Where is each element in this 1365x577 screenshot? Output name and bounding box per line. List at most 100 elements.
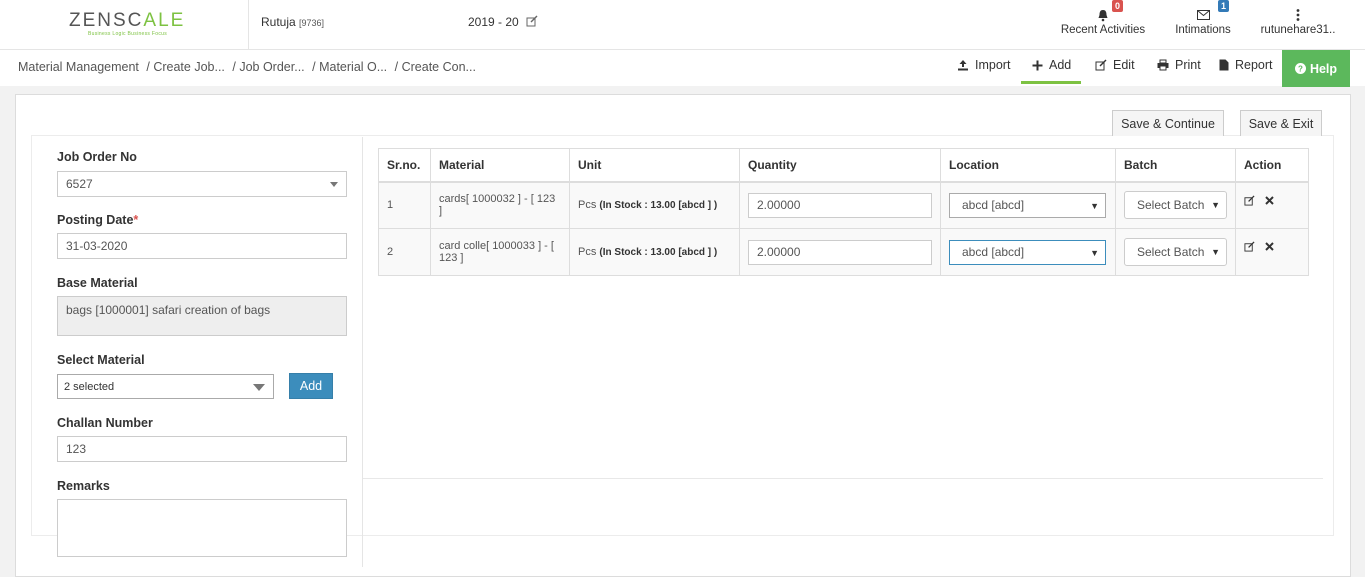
location-select[interactable]: abcd [abcd] ▼ <box>949 192 1106 218</box>
report-label: Report <box>1235 58 1273 72</box>
cell-quantity: 2.00000 <box>739 228 941 276</box>
remarks-label: Remarks <box>57 479 110 493</box>
account-menu[interactable]: rutunehare31.. <box>1256 6 1340 36</box>
recent-activities-count: 0 <box>1112 0 1124 12</box>
select-material-value: 2 selected <box>64 380 115 393</box>
quantity-input[interactable]: 2.00000 <box>748 239 932 265</box>
quantity-value: 2.00000 <box>757 198 801 213</box>
printer-icon <box>1157 59 1169 71</box>
breadcrumb-item[interactable]: / Material O... <box>312 60 387 74</box>
cell-batch: Select Batch ▼ <box>1115 228 1236 276</box>
print-button[interactable]: Print <box>1157 58 1201 72</box>
stock-info: (In Stock : 13.00 [abcd ] ) <box>599 200 718 212</box>
chevron-down-icon <box>330 182 338 187</box>
intimations[interactable]: 1 Intimations <box>1170 0 1236 36</box>
challan-number-input[interactable]: 123 <box>57 436 347 462</box>
quantity-input[interactable]: 2.00000 <box>748 192 932 218</box>
job-order-select[interactable]: 6527 <box>57 171 347 197</box>
add-material-button[interactable]: Add <box>289 373 333 399</box>
edit-icon[interactable] <box>1244 241 1255 252</box>
logo-text: ZENSCALE <box>69 10 186 31</box>
location-value: abcd [abcd] <box>962 245 1025 259</box>
cell-quantity: 2.00000 <box>739 181 941 229</box>
chevron-down-icon: ▼ <box>1211 247 1220 257</box>
edit-button[interactable]: Edit <box>1095 58 1135 72</box>
close-icon[interactable] <box>1265 195 1274 205</box>
batch-value: Select Batch <box>1137 198 1205 213</box>
cell-location: abcd [abcd] ▼ <box>940 181 1116 229</box>
materials-table: Sr.no. Material Unit Quantity Location B… <box>378 148 1309 276</box>
required-marker: * <box>133 213 139 227</box>
add-button[interactable]: Add <box>1032 58 1071 72</box>
column-header-location: Location <box>940 148 1116 183</box>
challan-number-label: Challan Number <box>57 416 153 430</box>
edit-label: Edit <box>1113 58 1135 72</box>
recent-activities[interactable]: 0 Recent Activities <box>1058 0 1148 36</box>
breadcrumb-item[interactable]: / Job Order... <box>232 60 304 74</box>
chevron-down-icon: ▼ <box>1211 200 1220 211</box>
posting-date-value: 31-03-2020 <box>66 239 128 253</box>
save-exit-button[interactable]: Save & Exit <box>1240 110 1322 136</box>
breadcrumb-item[interactable]: / Create Job... <box>146 60 225 74</box>
select-material-dropdown[interactable]: 2 selected <box>57 374 274 399</box>
location-select[interactable]: abcd [abcd] ▼ <box>949 239 1106 265</box>
job-order-label: Job Order No <box>57 150 137 164</box>
print-label: Print <box>1175 58 1201 72</box>
select-material-label: Select Material <box>57 353 145 367</box>
column-header-srno: Sr.no. <box>378 148 431 183</box>
cell-material: cards[ 1000032 ] - [ 123 ] <box>430 181 570 229</box>
cell-action <box>1235 181 1309 229</box>
logo-tagline: Business Logic Business Focus <box>88 31 168 37</box>
top-bar: ZENSCALE Business Logic Business Focus R… <box>0 0 1365 50</box>
fiscal-year[interactable]: 2019 - 20 <box>468 15 538 29</box>
batch-value: Select Batch <box>1137 245 1205 259</box>
import-button[interactable]: Import <box>957 58 1010 72</box>
upload-icon <box>958 60 968 71</box>
breadcrumb-item[interactable]: / Create Con... <box>395 60 476 74</box>
user-code: [9736] <box>299 18 325 28</box>
brand-logo[interactable]: ZENSCALE Business Logic Business Focus <box>20 6 248 44</box>
report-button[interactable]: Report <box>1219 58 1273 72</box>
help-button[interactable]: ? Help <box>1282 50 1350 87</box>
fiscal-year-label: 2019 - 20 <box>468 15 519 29</box>
table-row: 1 cards[ 1000032 ] - [ 123 ] Pcs (In Sto… <box>378 181 1309 229</box>
save-continue-button[interactable]: Save & Continue <box>1112 110 1224 136</box>
base-material-label: Base Material <box>57 276 138 290</box>
breadcrumb-bar: Material Management / Create Job... / Jo… <box>0 50 1365 86</box>
edit-icon[interactable] <box>526 15 538 27</box>
unit-value: Pcs <box>578 199 597 212</box>
cell-srno: 2 <box>378 228 431 276</box>
recent-activities-label: Recent Activities <box>1060 24 1146 36</box>
cell-action <box>1235 228 1309 276</box>
add-label: Add <box>1049 58 1072 72</box>
help-label: Help <box>1309 61 1338 76</box>
remarks-textarea[interactable] <box>57 499 347 557</box>
account-label: rutunehare31.. <box>1260 24 1336 36</box>
intimations-label: Intimations <box>1175 24 1231 36</box>
chevron-down-icon <box>253 384 265 391</box>
column-header-batch: Batch <box>1115 148 1236 183</box>
breadcrumb-item[interactable]: Material Management <box>18 60 139 74</box>
column-header-action: Action <box>1235 148 1309 183</box>
column-header-material: Material <box>430 148 570 183</box>
question-circle-icon: ? <box>1294 63 1306 74</box>
chevron-down-icon: ▼ <box>1090 247 1099 258</box>
edit-icon[interactable] <box>1244 194 1255 206</box>
table-header-row: Sr.no. Material Unit Quantity Location B… <box>378 148 1309 183</box>
cell-unit: Pcs (In Stock : 13.00 [abcd ] ) <box>569 228 740 276</box>
divider <box>248 0 249 50</box>
challan-number-value: 123 <box>66 442 87 456</box>
column-header-unit: Unit <box>569 148 740 183</box>
table-row: 2 card colle[ 1000033 ] - [ 123 ] Pcs (I… <box>378 228 1309 276</box>
breadcrumb: Material Management / Create Job... / Jo… <box>18 60 480 74</box>
chevron-down-icon: ▼ <box>1090 200 1099 211</box>
posting-date-input[interactable]: 31-03-2020 <box>57 233 347 259</box>
add-active-indicator <box>1021 81 1081 84</box>
base-material-value: bags [1000001] safari creation of bags <box>66 303 271 317</box>
batch-select[interactable]: Select Batch ▼ <box>1124 238 1227 266</box>
cell-location: abcd [abcd] ▼ <box>940 228 1116 276</box>
divider <box>363 478 1323 479</box>
batch-select[interactable]: Select Batch ▼ <box>1124 191 1227 220</box>
edit-icon <box>1095 59 1107 71</box>
close-icon[interactable] <box>1265 242 1274 251</box>
